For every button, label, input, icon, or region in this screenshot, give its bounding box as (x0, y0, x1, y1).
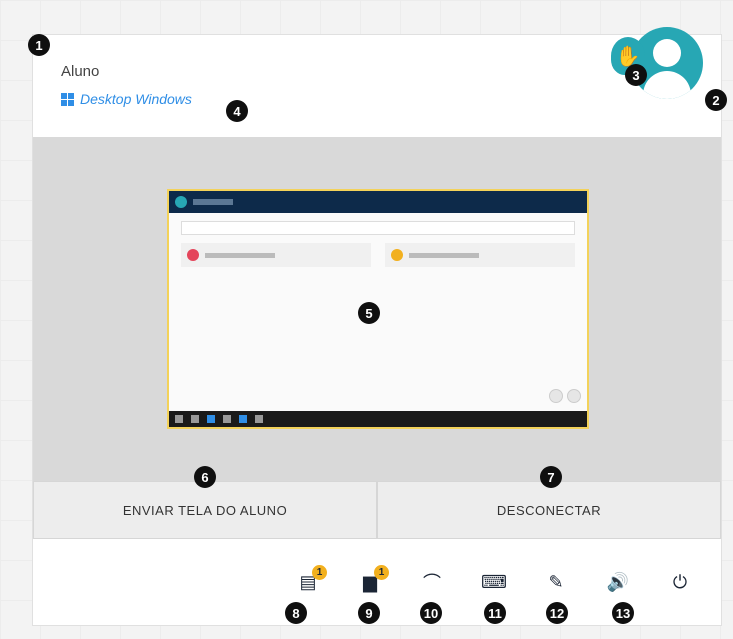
os-label-text: Desktop Windows (80, 91, 192, 107)
student-name: Aluno (61, 63, 100, 80)
action-row: ENVIAR TELA DO ALUNO DESCONECTAR (33, 481, 721, 539)
chat-badge: 1 (374, 565, 389, 580)
pencil-icon[interactable]: ✎ (525, 565, 587, 599)
disconnect-button[interactable]: DESCONECTAR (377, 481, 721, 539)
callout-10: 10 (420, 602, 442, 624)
callout-13: 13 (612, 602, 634, 624)
power-icon[interactable]: ⏻ (649, 565, 711, 599)
callout-4: 4 (226, 100, 248, 122)
toolbar: ▤ 1 ▆ 1 ⌒ ⌨ ✎ 🔊 ⏻ (277, 565, 711, 599)
callout-6: 6 (194, 466, 216, 488)
callout-3: 3 (625, 64, 647, 86)
callout-9: 9 (358, 602, 380, 624)
callout-7: 7 (540, 466, 562, 488)
windows-icon (61, 92, 74, 106)
volume-icon[interactable]: 🔊 (587, 565, 649, 599)
os-label: Desktop Windows (61, 91, 192, 107)
callout-8: 8 (285, 602, 307, 624)
student-card: Aluno Desktop Windows ✋ ENVIAR TELA DO A… (32, 27, 722, 626)
keyboard-icon[interactable]: ⌨ (463, 565, 525, 599)
send-screen-button[interactable]: ENVIAR TELA DO ALUNO (33, 481, 377, 539)
callout-11: 11 (484, 602, 506, 624)
document-badge: 1 (312, 565, 327, 580)
callout-5: 5 (358, 302, 380, 324)
callout-12: 12 (546, 602, 568, 624)
document-icon[interactable]: ▤ 1 (277, 565, 339, 599)
avatar-group: ✋ (611, 27, 703, 109)
chat-icon[interactable]: ▆ 1 (339, 565, 401, 599)
callout-2: 2 (705, 89, 727, 111)
mouse-icon[interactable]: ⌒ (401, 565, 463, 599)
callout-1: 1 (28, 34, 50, 56)
